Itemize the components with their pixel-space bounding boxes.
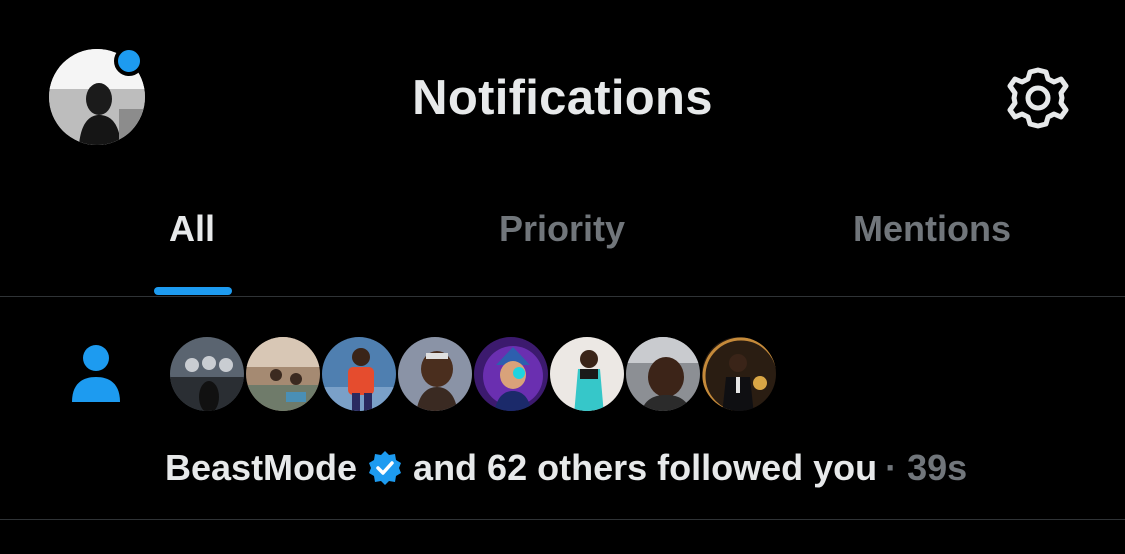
separator-dot: · <box>885 447 898 488</box>
settings-button[interactable] <box>1004 64 1072 132</box>
header: Notifications <box>0 0 1125 190</box>
gear-icon <box>1007 67 1069 129</box>
timestamp: 39s <box>907 447 968 488</box>
notification-item[interactable]: BeastMode and 62 others followed you · 3… <box>0 297 1125 519</box>
page-title: Notifications <box>412 71 713 125</box>
tab-priority[interactable]: Priority <box>499 208 625 250</box>
notification-divider <box>0 519 1125 520</box>
follower-avatar[interactable] <box>244 335 322 413</box>
notification-message: and 62 others followed you <box>413 447 878 488</box>
tab-mentions[interactable]: Mentions <box>853 208 1011 250</box>
active-tab-indicator <box>154 287 232 295</box>
follower-name[interactable]: BeastMode <box>165 447 357 489</box>
follower-avatar[interactable] <box>320 335 398 413</box>
follower-avatar[interactable] <box>168 335 246 413</box>
tab-bar: All Priority Mentions <box>0 190 1125 296</box>
follower-avatar[interactable] <box>472 335 550 413</box>
follower-avatar[interactable] <box>396 335 474 413</box>
person-icon <box>72 345 120 402</box>
follower-avatar[interactable] <box>624 335 702 413</box>
verified-badge-icon <box>369 451 402 485</box>
notification-text: BeastMode and 62 others followed you · 3… <box>165 447 967 489</box>
follower-avatar[interactable] <box>548 335 626 413</box>
follower-avatar[interactable] <box>700 335 778 413</box>
tab-all[interactable]: All <box>169 208 215 250</box>
